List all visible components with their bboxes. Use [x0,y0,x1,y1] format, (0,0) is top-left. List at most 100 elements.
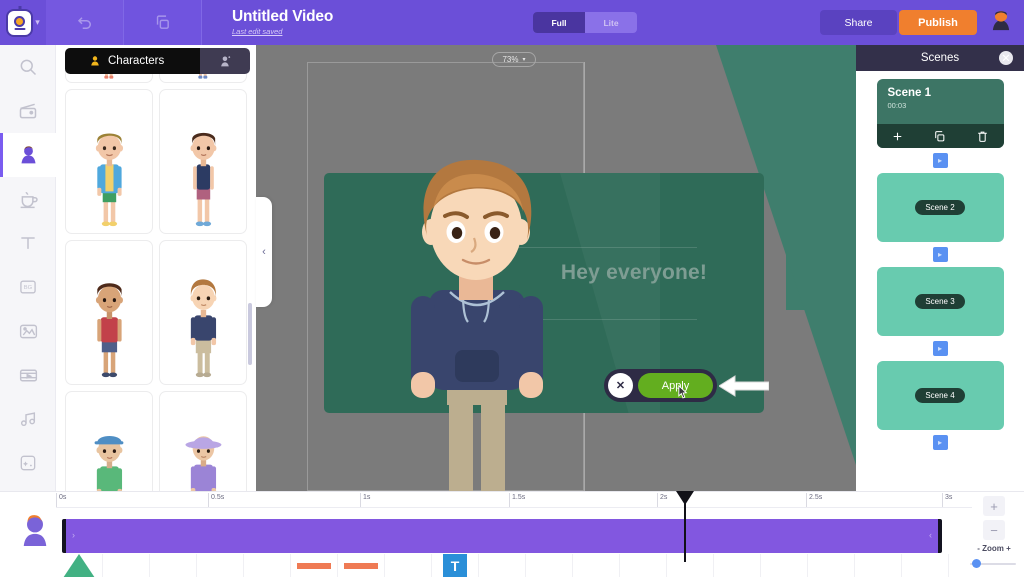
character-icon [21,145,35,163]
tab-my-characters[interactable] [200,48,250,74]
mode-lite-tab[interactable]: Lite [585,12,637,33]
transition-button-3[interactable]: ▸ [932,341,948,356]
sidebar-item-props[interactable] [0,177,56,221]
audio-asset-2-icon [344,563,378,569]
sidebar-item-image[interactable] [0,309,56,353]
timeline-playhead[interactable] [676,491,694,562]
characters-panel-scrollbar[interactable] [248,303,252,365]
timeline-character-avatar[interactable] [20,514,50,548]
sidebar-item-music[interactable] [0,397,56,441]
asset-slot-7[interactable] [385,554,432,577]
plus-icon[interactable] [891,130,904,143]
characters-tab-group: Characters [65,48,250,74]
zoom-out-button[interactable]: − [983,520,1005,540]
zoom-minus-label: - [977,544,980,553]
sidebar-item-video[interactable] [0,353,56,397]
apply-button[interactable]: Apply [638,373,713,399]
close-x-icon: ✕ [615,380,626,392]
close-scenes-panel-button[interactable]: ✕ [999,51,1013,65]
transition-button-2[interactable]: ▸ [932,247,948,262]
asset-slot-13[interactable] [667,554,714,577]
asset-slot-3[interactable] [197,554,244,577]
list-item[interactable] [159,240,247,385]
cancel-button[interactable]: ✕ [608,373,633,398]
pointer-cursor-icon [678,385,688,399]
timeline-scene-track[interactable]: › ‹ [62,519,942,553]
timeline-zoom-controls: + − - Zoom + [970,496,1018,569]
collapse-panel-button[interactable]: ‹ [256,197,272,307]
asset-slot-8[interactable]: T [432,554,479,577]
left-tool-rail: BG [0,45,56,513]
asset-slot-1[interactable] [103,554,150,577]
asset-slot-17[interactable] [855,554,902,577]
asset-slot-9[interactable] [479,554,526,577]
scene-card-2[interactable]: Scene 2 [876,173,1004,242]
apply-action-group: ✕ Apply [604,369,717,402]
zoom-level-selector[interactable]: 73% ▾ [492,52,536,67]
asset-slot-6[interactable] [338,554,385,577]
app-logo[interactable]: ▾ [0,0,46,45]
sidebar-item-characters[interactable] [0,133,56,177]
editor-canvas[interactable]: 73% ▾ Hey everyone! ✕ Apply [256,45,856,491]
chevron-down-icon[interactable]: ▾ [35,17,40,28]
track-trim-handle-right[interactable]: ‹ [929,530,932,540]
asset-slot-14[interactable] [714,554,761,577]
transition-icon: ▸ [937,156,942,165]
track-trim-handle-left[interactable]: › [72,530,75,540]
undo-button[interactable] [46,0,124,45]
svg-text:BG: BG [24,285,33,291]
sidebar-item-text[interactable] [0,221,56,265]
asset-slot-15[interactable] [761,554,808,577]
sidebar-item-video-clapper[interactable] [0,89,56,133]
asset-slot-18[interactable] [902,554,949,577]
character-boy-cap-green-icon [94,436,124,497]
mode-toggle[interactable]: Full Lite [533,12,637,33]
text-asset-icon: T [443,554,467,577]
list-item[interactable] [65,240,153,385]
character-boy-red-shirt-icon [95,283,123,378]
scene-card-1[interactable]: Scene 1 00:03 [876,79,1004,148]
asset-slot-16[interactable] [808,554,855,577]
asset-slot-0[interactable] [56,554,103,577]
ruler-tick-4: 2s [660,494,668,501]
scene-card-3[interactable]: Scene 3 [876,267,1004,336]
zoom-plus-label: + [1006,544,1011,553]
scene-card-4[interactable]: Scene 4 [876,361,1004,430]
person-icon [91,56,99,66]
zoom-slider[interactable] [970,559,1016,569]
search-icon [20,59,37,76]
sidebar-item-search[interactable] [0,45,56,89]
trash-icon[interactable] [976,130,989,143]
list-item[interactable] [65,391,153,497]
duplicate-icon[interactable] [933,130,946,143]
zoom-in-button[interactable]: + [983,496,1005,516]
mode-full-tab[interactable]: Full [533,12,585,33]
list-item[interactable] [159,89,247,234]
copy-button[interactable] [124,0,202,45]
user-avatar-icon[interactable] [985,6,1017,38]
transition-button-1[interactable]: ▸ [932,153,948,168]
zoom-slider-knob[interactable] [972,559,981,568]
publish-button[interactable]: Publish [899,10,977,35]
sidebar-item-background[interactable]: BG [0,265,56,309]
asset-slot-2[interactable] [150,554,197,577]
image-icon [19,324,37,338]
asset-slot-10[interactable] [526,554,573,577]
asset-slot-4[interactable] [244,554,291,577]
timeline-ruler[interactable]: 0s 0.5s 1s 1.5s 2s 2.5s 3s [56,492,972,508]
asset-slot-11[interactable] [573,554,620,577]
scenes-panel-title: Scenes [920,52,960,64]
sidebar-item-effects[interactable] [0,441,56,485]
asset-slot-5[interactable] [291,554,338,577]
share-button[interactable]: Share [820,10,897,35]
timeline: 0s 0.5s 1s 1.5s 2s 2.5s 3s › ‹ T + − - Z… [0,491,1024,577]
robot-logo-icon [6,8,34,37]
list-item[interactable] [65,89,153,234]
undo-icon [77,16,91,29]
asset-slot-12[interactable] [620,554,667,577]
tab-characters[interactable]: Characters [65,48,200,74]
robot-mouth [14,27,26,30]
list-item[interactable] [159,391,247,497]
transition-button-4[interactable]: ▸ [932,435,948,450]
stage-character[interactable] [371,150,581,491]
